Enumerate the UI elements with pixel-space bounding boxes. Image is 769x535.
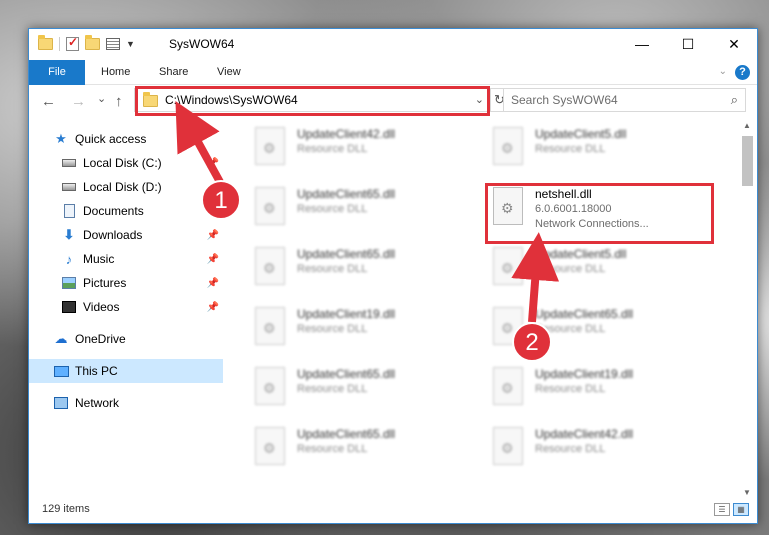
callout-step-1: 1 (201, 180, 241, 220)
arrow-to-address (175, 100, 224, 184)
arrow-to-netshell (511, 232, 560, 323)
annotation-arrows (175, 100, 560, 323)
callout-step-2: 2 (512, 322, 552, 362)
